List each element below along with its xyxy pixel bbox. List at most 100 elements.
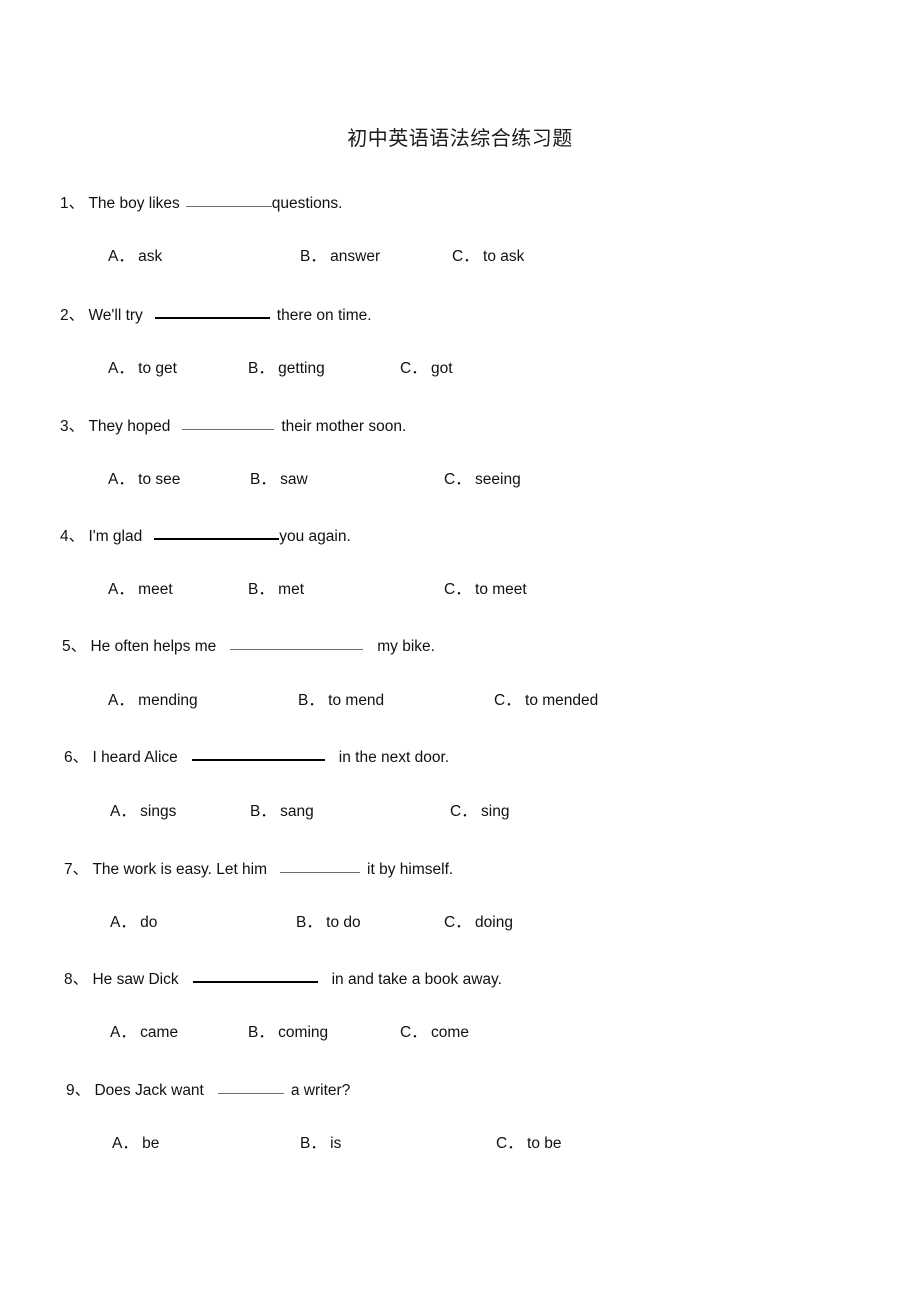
option-letter: C <box>494 692 506 709</box>
option-separator: ． <box>260 471 276 488</box>
option-separator: ． <box>411 1024 427 1041</box>
answer-blank[interactable] <box>191 746 325 762</box>
option-group: A． came B． coming C． come <box>0 1022 920 1046</box>
option-text: sang <box>280 803 314 820</box>
answer-blank[interactable] <box>182 415 275 431</box>
option-choice-b[interactable]: B． coming <box>248 1022 328 1044</box>
option-row: A． meet B． met C． to meet <box>0 579 920 603</box>
option-choice-b[interactable]: B． getting <box>248 358 325 380</box>
option-text: to meet <box>475 581 527 598</box>
option-letter: B <box>296 914 307 931</box>
question-item: 4、 I'm glad you again. <box>0 525 920 548</box>
page-title: 初中英语语法综合练习题 <box>347 126 573 150</box>
option-letter: C <box>400 360 412 377</box>
answer-blank[interactable] <box>154 525 280 541</box>
question-text-after-blank: you again. <box>279 528 351 545</box>
document-page: 初中英语语法综合练习题 1、 The boy likes questions. A．… <box>0 0 920 1303</box>
option-choice-c[interactable]: C． come <box>400 1022 469 1044</box>
answer-blank[interactable] <box>192 968 318 984</box>
question-stem: 5、 He often helps me my bike. <box>0 635 920 658</box>
option-text: to ask <box>483 248 525 265</box>
question-item: 7、 The work is easy. Let him it by himsel… <box>0 858 920 881</box>
answer-blank[interactable] <box>185 192 272 208</box>
option-separator: ． <box>455 471 471 488</box>
option-choice-b[interactable]: B． to do <box>296 912 361 934</box>
option-letter: A <box>110 914 121 931</box>
question-number: 6 <box>64 749 73 766</box>
question-stem: 9、 Does Jack want a writer? <box>0 1079 920 1102</box>
option-choice-c[interactable]: C． to be <box>496 1133 562 1155</box>
question-stem: 7、 The work is easy. Let him it by himsel… <box>0 858 920 881</box>
question-number: 2 <box>60 307 69 324</box>
option-separator: ． <box>306 914 322 931</box>
option-choice-b[interactable]: B． to mend <box>298 690 384 712</box>
option-text: sings <box>140 803 177 820</box>
option-choice-a[interactable]: A． came <box>110 1022 178 1044</box>
question-text-after-blank: their mother soon. <box>281 418 407 435</box>
option-separator: ． <box>258 360 274 377</box>
option-text: is <box>330 1135 342 1152</box>
option-choice-b[interactable]: B． met <box>248 579 304 601</box>
option-choice-c[interactable]: C． to ask <box>452 246 524 268</box>
question-text-before-blank: They hoped <box>88 418 171 435</box>
option-choice-c[interactable]: C． to mended <box>494 690 598 712</box>
question-number: 5 <box>62 638 71 655</box>
option-choice-a[interactable]: A． be <box>112 1133 159 1155</box>
option-text: doing <box>475 914 513 931</box>
option-row: A． to get B． getting C． got <box>0 358 920 382</box>
option-separator: ． <box>455 581 471 598</box>
option-choice-a[interactable]: A． to see <box>108 469 180 491</box>
enumeration-mark: 、 <box>72 749 89 766</box>
option-choice-c[interactable]: C． doing <box>444 912 513 934</box>
option-choice-c[interactable]: C． to meet <box>444 579 527 601</box>
option-letter: C <box>452 248 464 265</box>
option-letter: C <box>496 1135 508 1152</box>
answer-blank[interactable] <box>280 858 361 874</box>
answer-blank[interactable] <box>217 1079 284 1095</box>
option-text: mending <box>138 692 198 709</box>
enumeration-mark: 、 <box>74 1082 91 1099</box>
question-text-before-blank: I'm glad <box>88 528 143 545</box>
option-text: be <box>142 1135 160 1152</box>
question-text-after-blank: it by himself. <box>367 861 454 878</box>
option-group: A． ask B． answer C． to ask <box>0 246 920 270</box>
option-choice-a[interactable]: A． do <box>110 912 157 934</box>
option-choice-b[interactable]: B． saw <box>250 469 308 491</box>
option-choice-b[interactable]: B． answer <box>300 246 380 268</box>
option-group: A． sings B． sang C． sing <box>0 801 920 825</box>
option-choice-b[interactable]: B． is <box>300 1133 341 1155</box>
option-choice-c[interactable]: C． got <box>400 358 453 380</box>
option-letter: B <box>248 360 259 377</box>
option-text: to mended <box>525 692 599 709</box>
option-text: sing <box>481 803 510 820</box>
option-letter: C <box>400 1024 412 1041</box>
option-choice-a[interactable]: A． ask <box>108 246 162 268</box>
option-choice-a[interactable]: A． mending <box>108 690 198 712</box>
question-stem: 4、 I'm glad you again. <box>0 525 920 548</box>
question-number: 9 <box>66 1082 75 1099</box>
option-row: A． came B． coming C． come <box>0 1022 920 1046</box>
question-item: 9、 Does Jack want a writer? <box>0 1079 920 1102</box>
option-text: to get <box>138 360 177 377</box>
answer-blank[interactable] <box>230 635 364 651</box>
option-row: A． mending B． to mend C． to mended <box>0 690 920 714</box>
option-text: come <box>431 1024 469 1041</box>
question-stem: 6、 I heard Alice in the next door. <box>0 746 920 769</box>
option-choice-a[interactable]: A． meet <box>108 579 173 601</box>
option-choice-c[interactable]: C． seeing <box>444 469 521 491</box>
option-letter: A <box>110 1024 121 1041</box>
question-stem: 8、 He saw Dick in and take a book away. <box>0 968 920 991</box>
option-letter: C <box>444 581 456 598</box>
option-separator: ． <box>118 692 134 709</box>
option-choice-b[interactable]: B． sang <box>250 801 314 823</box>
question-number: 8 <box>64 971 73 988</box>
question-text-after-blank: a writer? <box>290 1082 351 1099</box>
question-text-after-blank: questions. <box>271 195 343 212</box>
option-group: A． to see B． saw C． seeing <box>0 469 920 493</box>
option-choice-a[interactable]: A． to get <box>108 358 177 380</box>
option-text: coming <box>278 1024 329 1041</box>
option-choice-a[interactable]: A． sings <box>110 801 176 823</box>
question-text-after-blank: in and take a book away. <box>331 971 502 988</box>
option-choice-c[interactable]: C． sing <box>450 801 509 823</box>
answer-blank[interactable] <box>154 304 270 320</box>
